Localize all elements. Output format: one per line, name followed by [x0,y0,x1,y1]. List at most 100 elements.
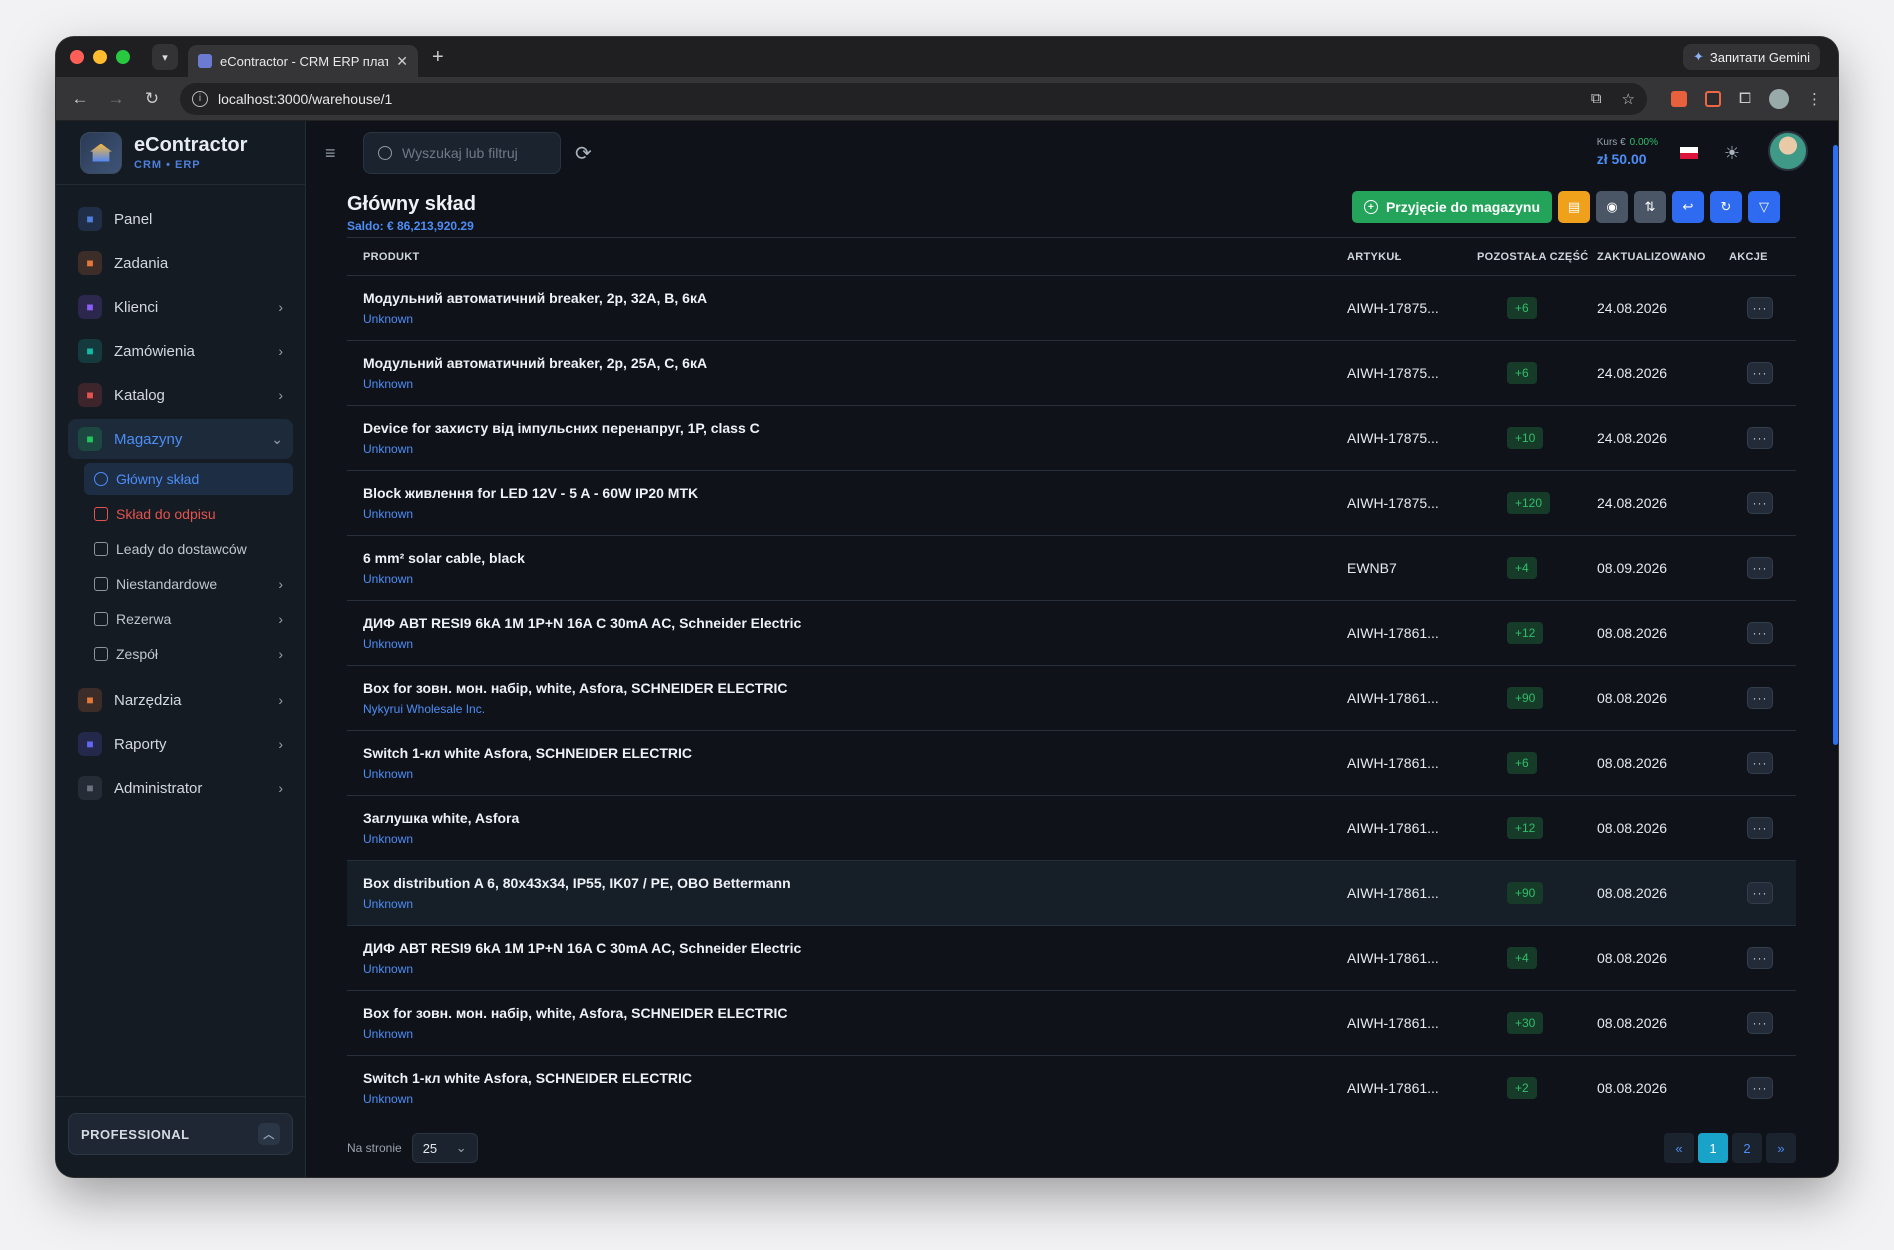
supplier-link[interactable]: Unknown [363,767,1347,781]
sliders-icon[interactable]: ⇅ [1634,191,1666,223]
more-actions-icon[interactable]: ··· [1747,492,1773,514]
supplier-link[interactable]: Unknown [363,507,1347,521]
search-input[interactable]: Wyszukaj lub filtruj [363,132,561,174]
supplier-link[interactable]: Unknown [363,832,1347,846]
supplier-link[interactable]: Unknown [363,1027,1347,1041]
table-row[interactable]: Box for зовн. мон. набір, white, Asfora,… [347,665,1796,731]
col-product[interactable]: PRODUKT [347,237,1347,276]
more-actions-icon[interactable]: ··· [1747,1012,1773,1034]
product-name[interactable]: Модульний автоматичний breaker, 2p, 25A,… [363,355,1347,371]
reload-icon[interactable]: ↻ [134,89,170,109]
sidebar-item-narzedzia[interactable]: ■ Narzędzia › [68,680,293,720]
camera-icon[interactable]: ◉ [1596,191,1628,223]
install-app-icon[interactable]: ⧉ [1591,90,1602,107]
forward-icon[interactable]: → [98,89,134,109]
product-name[interactable]: Box for зовн. мон. набір, white, Asfora,… [363,1005,1347,1021]
more-actions-icon[interactable]: ··· [1747,622,1773,644]
col-remaining[interactable]: POZOSTAŁA CZĘŚĆ [1477,237,1597,276]
close-window-button[interactable] [70,50,84,64]
back-icon[interactable]: ← [62,89,98,109]
scrollbar[interactable] [1833,145,1838,745]
table-row[interactable]: Device for захисту від імпульсних перена… [347,405,1796,471]
table-row[interactable]: Block живлення for LED 12V - 5 A - 60W I… [347,470,1796,536]
new-tab-button[interactable]: + [432,46,444,69]
supplier-link[interactable]: Unknown [363,312,1347,326]
supplier-link[interactable]: Unknown [363,377,1347,391]
extensions-puzzle-icon[interactable]: ⧠ [1739,90,1751,107]
url-field[interactable]: i localhost:3000/warehouse/1 ⧉ ☆ [180,82,1647,115]
submenu-item[interactable]: Niestandardowe › [84,568,293,600]
profile-avatar-icon[interactable] [1769,88,1789,109]
gemini-button[interactable]: ✦ Запитати Gemini [1682,44,1820,70]
close-tab-icon[interactable]: ✕ [396,53,408,70]
sidebar-item-zadania[interactable]: ■ Zadania [68,243,293,283]
page-button[interactable]: 1 [1698,1133,1728,1163]
site-info-icon[interactable]: i [192,90,208,107]
table-row[interactable]: Box for зовн. мон. набір, white, Asfora,… [347,990,1796,1056]
product-name[interactable]: ДИФ АВТ RESI9 6kA 1M 1P+N 16A C 30mA AC,… [363,615,1347,631]
more-actions-icon[interactable]: ··· [1747,817,1773,839]
refresh-icon[interactable]: ⟳ [575,141,592,166]
more-actions-icon[interactable]: ··· [1747,882,1773,904]
product-name[interactable]: Box for зовн. мон. набір, white, Asfora,… [363,680,1347,696]
document-icon[interactable]: ▤ [1558,191,1590,223]
more-actions-icon[interactable]: ··· [1747,297,1773,319]
brand[interactable]: eContractor CRM • ERP [56,121,305,185]
product-name[interactable]: Box distribution A 6, 80x43x34, IP55, IK… [363,875,1347,891]
submenu-item[interactable]: Zespół › [84,638,293,670]
supplier-link[interactable]: Unknown [363,962,1347,976]
sidebar-item-magazyny[interactable]: ■ Magazyny ⌄ [68,419,293,459]
supplier-link[interactable]: Unknown [363,1092,1347,1106]
table-row[interactable]: Модульний автоматичний breaker, 2p, 32A,… [347,275,1796,341]
minimize-window-button[interactable] [93,50,107,64]
supplier-link[interactable]: Unknown [363,637,1347,651]
filter-icon[interactable]: ▽ [1748,191,1780,223]
product-name[interactable]: Block живлення for LED 12V - 5 A - 60W I… [363,485,1347,501]
sidebar-item-klienci[interactable]: ■ Klienci › [68,287,293,327]
avatar[interactable] [1768,131,1808,171]
tab-search-button[interactable]: ▾ [152,44,178,70]
add-stock-button[interactable]: + Przyjęcie do magazynu [1351,191,1552,223]
table-row[interactable]: Box distribution A 6, 80x43x34, IP55, IK… [347,860,1796,926]
table-row[interactable]: 6 mm² solar cable, black Unknown EWNB7 +4 08… [347,535,1796,601]
more-actions-icon[interactable]: ··· [1747,557,1773,579]
more-actions-icon[interactable]: ··· [1747,687,1773,709]
submenu-item[interactable]: Skład do odpisu [84,498,293,530]
sidebar-item-raporty[interactable]: ■ Raporty › [68,724,293,764]
table-row[interactable]: Switch 1-кл white Asfora, SCHNEIDER ELEC… [347,730,1796,796]
sidebar-item-zamowienia[interactable]: ■ Zamówienia › [68,331,293,371]
more-actions-icon[interactable]: ··· [1747,947,1773,969]
submenu-item[interactable]: Rezerwa › [84,603,293,635]
supplier-link[interactable]: Unknown [363,442,1347,456]
supplier-link[interactable]: Nykyrui Wholesale Inc. [363,702,1347,716]
plan-badge[interactable]: PROFESSIONAL ︿ [68,1113,293,1155]
more-actions-icon[interactable]: ··· [1747,1077,1773,1099]
per-page-select[interactable]: 25 ⌄ [411,1133,478,1163]
sync-icon[interactable]: ↻ [1710,191,1742,223]
extension-icon-2[interactable] [1704,90,1721,107]
supplier-link[interactable]: Unknown [363,897,1347,911]
table-row[interactable]: Заглушка white, Asfora Unknown AIWH-17861.… [347,795,1796,861]
chevron-up-icon[interactable]: ︿ [258,1123,280,1145]
theme-sun-icon[interactable]: ☀ [1724,143,1740,164]
sidebar-item-administrator[interactable]: ■ Administrator › [68,768,293,808]
more-actions-icon[interactable]: ··· [1747,427,1773,449]
col-article[interactable]: ARTYKUŁ [1347,237,1477,276]
table-row[interactable]: ДИФ АВТ RESI9 6kA 1M 1P+N 16A C 30mA AC,… [347,600,1796,666]
table-row[interactable]: ДИФ АВТ RESI9 6kA 1M 1P+N 16A C 30mA AC,… [347,925,1796,991]
extension-icon[interactable] [1670,90,1687,107]
page-button[interactable]: » [1766,1133,1796,1163]
page-button[interactable]: 2 [1732,1133,1762,1163]
product-name[interactable]: Switch 1-кл white Asfora, SCHNEIDER ELEC… [363,745,1347,761]
more-actions-icon[interactable]: ··· [1747,752,1773,774]
table-row[interactable]: Модульний автоматичний breaker, 2p, 25A,… [347,340,1796,406]
browser-tab[interactable]: eContractor - CRM ERP плат ✕ [188,45,418,77]
product-name[interactable]: Заглушка white, Asfora [363,810,1347,826]
product-name[interactable]: Switch 1-кл white Asfora, SCHNEIDER ELEC… [363,1070,1347,1086]
table-row[interactable]: Switch 1-кл white Asfora, SCHNEIDER ELEC… [347,1055,1796,1121]
sidebar-item-katalog[interactable]: ■ Katalog › [68,375,293,415]
more-actions-icon[interactable]: ··· [1747,362,1773,384]
col-updated[interactable]: ZAKTUALIZOWANO [1597,237,1729,276]
return-icon[interactable]: ↩ [1672,191,1704,223]
bookmark-star-icon[interactable]: ☆ [1622,90,1635,108]
